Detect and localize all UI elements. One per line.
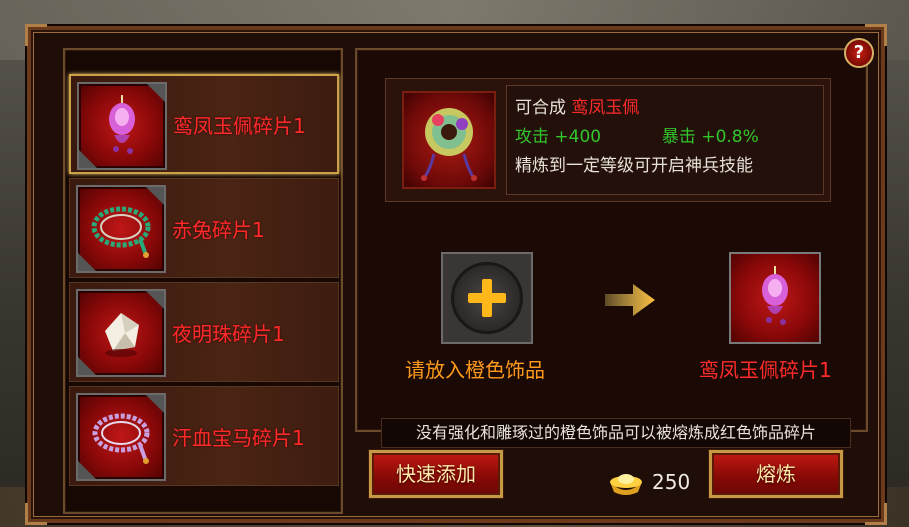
synthesis-text: 可合成 鸾凤玉佩 攻击 +400 暴击 +0.8% 精炼到一定等级可开启神兵技能 [506,85,824,195]
jade-pendant-icon[interactable] [402,91,496,189]
fragment-item[interactable]: 鸾凤玉佩碎片1 [69,74,339,174]
quick-add-button[interactable]: 快速添加 [369,450,503,498]
bead-necklace-icon-art [91,206,151,258]
bead-necklace-icon [76,393,166,481]
fragment-name: 汗血宝马碎片1 [172,425,305,450]
synthesis-description: 精炼到一定等级可开启神兵技能 [515,156,753,176]
frame-corner [865,503,887,525]
jade-pendant-icon [762,266,788,325]
smelt-hint: 没有强化和雕琢过的橙色饰品可以被熔炼成红色饰品碎片 [381,418,851,448]
synthesis-item-name: 鸾凤玉佩 [571,98,640,118]
gold-amount: 250 [652,470,691,494]
synthesis-stats-line: 攻击 +400 暴击 +0.8% [515,123,815,152]
synthesis-info: 可合成 鸾凤玉佩 攻击 +400 暴击 +0.8% 精炼到一定等级可开启神兵技能 [385,78,831,202]
synthesis-title-line: 可合成 鸾凤玉佩 [515,94,815,123]
attack-label: 攻击 [515,127,549,147]
help-button[interactable]: ? [844,38,874,68]
fragment-item[interactable]: 夜明珠碎片1 [69,282,339,382]
jade-pendant-icon-art [109,95,135,154]
fragment-name: 鸾凤玉佩碎片1 [173,113,306,138]
pearl-icon-art [105,313,139,357]
fragment-list[interactable]: 鸾凤玉佩碎片1 赤兔碎片1 夜明珠碎片1 汗血宝马碎片1 [63,48,343,514]
frame-corner [25,503,47,525]
fragment-name: 赤兔碎片1 [172,217,265,242]
synthesis-prefix: 可合成 [515,98,566,118]
fragment-item[interactable]: 汗血宝马碎片1 [69,386,339,486]
result-slot-label: 鸾凤玉佩碎片1 [699,358,832,382]
attack-value: +400 [554,127,602,147]
smelt-window: 鸾凤玉佩碎片1 赤兔碎片1 夜明珠碎片1 汗血宝马碎片1 可合成 鸾凤玉佩 攻击… [25,24,887,525]
crit-label: 暴击 [661,127,696,147]
arrow-right-icon [605,284,655,316]
bead-necklace-icon-art [92,413,150,464]
fragment-name: 夜明珠碎片1 [172,321,285,346]
plus-icon [451,262,523,334]
smelt-panel: 可合成 鸾凤玉佩 攻击 +400 暴击 +0.8% 精炼到一定等级可开启神兵技能 [355,48,868,448]
fragment-item[interactable]: 赤兔碎片1 [69,178,339,278]
frame-corner [25,24,47,46]
jade-pendant-icon [77,82,167,170]
pearl-icon [76,289,166,377]
input-slot-label: 请放入橙色饰品 [405,358,545,382]
smelt-button[interactable]: 熔炼 [709,450,843,498]
plus-icon-art [468,279,506,317]
input-slot[interactable] [441,252,533,344]
jade-pendant-icon-art [421,108,477,181]
bead-necklace-icon [76,185,166,273]
crit-value: +0.8% [701,127,759,147]
gold-ingot-icon [610,474,642,495]
result-slot[interactable] [729,252,821,344]
